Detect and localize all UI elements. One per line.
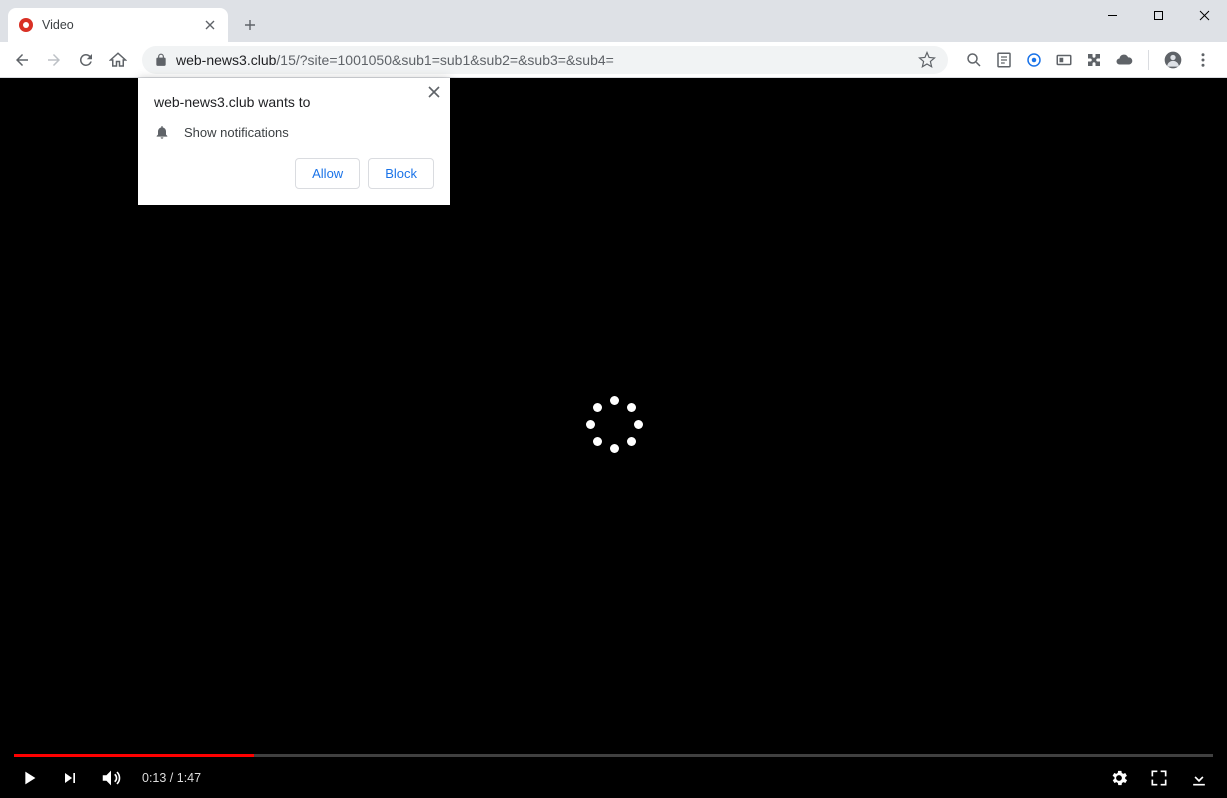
puzzle-extension-icon[interactable] <box>1084 50 1104 70</box>
extension-icons <box>958 50 1219 70</box>
permission-request-row: Show notifications <box>154 124 434 140</box>
settings-button[interactable] <box>1109 768 1129 788</box>
next-button[interactable] <box>60 768 80 788</box>
profile-avatar-icon[interactable] <box>1163 50 1183 70</box>
forward-button <box>40 46 68 74</box>
volume-button[interactable] <box>100 767 122 789</box>
browser-toolbar: web-news3.club/15/?site=1001050&sub1=sub… <box>0 42 1227 78</box>
home-button[interactable] <box>104 46 132 74</box>
tab-close-button[interactable] <box>202 17 218 33</box>
loading-spinner <box>582 392 646 456</box>
window-close-button[interactable] <box>1181 0 1227 30</box>
back-button[interactable] <box>8 46 36 74</box>
permission-close-button[interactable] <box>428 86 440 98</box>
fullscreen-button[interactable] <box>1149 768 1169 788</box>
circle-extension-icon[interactable] <box>1024 50 1044 70</box>
download-button[interactable] <box>1189 768 1209 788</box>
url-path: /15/?site=1001050&sub1=sub1&sub2=&sub3=&… <box>276 52 613 68</box>
permission-title: web-news3.club wants to <box>154 94 434 110</box>
reader-icon[interactable] <box>994 50 1014 70</box>
bookmark-star-icon[interactable] <box>918 51 936 69</box>
new-tab-button[interactable] <box>236 11 264 39</box>
address-bar[interactable]: web-news3.club/15/?site=1001050&sub1=sub… <box>142 46 948 74</box>
cloud-extension-icon[interactable] <box>1114 50 1134 70</box>
toolbar-divider <box>1148 50 1149 70</box>
allow-button[interactable]: Allow <box>295 158 360 189</box>
video-controls: 0:13 / 1:47 <box>0 754 1227 798</box>
permission-request-text: Show notifications <box>184 125 289 140</box>
video-control-bar: 0:13 / 1:47 <box>0 757 1227 798</box>
block-button[interactable]: Block <box>368 158 434 189</box>
window-controls <box>1089 0 1227 30</box>
card-extension-icon[interactable] <box>1054 50 1074 70</box>
tab-title: Video <box>42 18 202 32</box>
lock-icon <box>154 53 168 67</box>
tab-favicon <box>18 17 34 33</box>
browser-titlebar: Video <box>0 0 1227 42</box>
bell-icon <box>154 124 170 140</box>
play-button[interactable] <box>18 767 40 789</box>
notification-permission-prompt: web-news3.club wants to Show notificatio… <box>138 78 450 205</box>
menu-button[interactable] <box>1193 50 1213 70</box>
reload-button[interactable] <box>72 46 100 74</box>
window-minimize-button[interactable] <box>1089 0 1135 30</box>
window-maximize-button[interactable] <box>1135 0 1181 30</box>
zoom-icon[interactable] <box>964 50 984 70</box>
video-time-display: 0:13 / 1:47 <box>142 771 201 785</box>
url-text: web-news3.club/15/?site=1001050&sub1=sub… <box>176 52 614 68</box>
url-host: web-news3.club <box>176 52 276 68</box>
browser-tab[interactable]: Video <box>8 8 228 42</box>
